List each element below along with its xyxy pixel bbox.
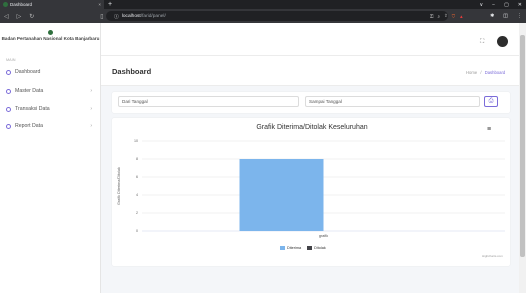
- sidebar-item-report-data[interactable]: Report Data ›: [6, 121, 96, 131]
- print-button[interactable]: ⎙: [484, 96, 498, 107]
- bookmark-side-icon[interactable]: ▯: [100, 13, 103, 20]
- new-tab-button[interactable]: +: [108, 0, 112, 9]
- chevron-right-icon: ›: [90, 106, 92, 112]
- to-date-input[interactable]: Sampai Tanggal: [305, 96, 480, 107]
- top-navbar: [101, 23, 519, 56]
- database-icon: [6, 88, 11, 94]
- legend-swatch: [280, 246, 285, 250]
- zoom-icon[interactable]: ⌕: [437, 14, 440, 19]
- nav-section-label: MAIN: [6, 58, 16, 62]
- tab-close-icon[interactable]: ×: [98, 2, 101, 7]
- tab-title: Dashboard: [10, 2, 33, 7]
- forward-icon[interactable]: ▷: [17, 13, 22, 20]
- breadcrumb-separator: /: [480, 70, 482, 75]
- omnibox-icons: ⚿ ⌕ ⇪ ⛉ ▲: [430, 11, 464, 21]
- sidebar-item-label: Report Data: [15, 123, 43, 129]
- brave-shield-icon[interactable]: ⛉: [452, 14, 455, 19]
- legend-label: Diterima: [287, 246, 302, 250]
- chevron-right-icon: ›: [90, 123, 92, 129]
- rewards-icon[interactable]: ▲: [459, 14, 463, 19]
- printer-icon: ⎙: [488, 98, 494, 104]
- legend-swatch: [307, 246, 313, 250]
- key-icon[interactable]: ⚿: [430, 14, 433, 19]
- window-controls: ∨ − ▢ ✕: [479, 0, 522, 9]
- dashboard-icon: [6, 69, 11, 75]
- org-logo: Badan Pertanahan Nasional Kota Banjarbar…: [0, 30, 101, 42]
- scrollbar-thumb[interactable]: [520, 35, 525, 257]
- sidebar-item-transaksi-data[interactable]: Transaksi Data ›: [6, 104, 96, 114]
- legend-label: Ditolak: [314, 246, 326, 250]
- tab-search-icon[interactable]: ∨: [479, 2, 483, 8]
- site-favicon-icon: [3, 2, 8, 7]
- transaction-icon: [6, 106, 11, 112]
- page-title: Dashboard: [112, 67, 152, 76]
- sidebar-item-label: Master Data: [15, 88, 44, 94]
- org-name: Badan Pertanahan Nasional Kota Banjarbar…: [1, 36, 100, 41]
- url-path: /farid/panel/: [140, 13, 166, 19]
- site-info-icon[interactable]: ⓘ: [114, 13, 119, 20]
- back-icon[interactable]: ◁: [4, 13, 9, 20]
- nav-buttons: ◁ ▷ ↻ ▯: [4, 9, 104, 23]
- logo-icon: [48, 30, 53, 35]
- chevron-right-icon: ›: [90, 88, 92, 94]
- browser-tab[interactable]: Dashboard ×: [0, 0, 104, 9]
- legend-item-diterima[interactable]: Diterima: [280, 246, 301, 250]
- sidebar: [0, 23, 101, 293]
- browser-extension-icons: ✱ ◫ ⋮: [490, 9, 522, 23]
- sidebar-item-dashboard[interactable]: Dashboard: [6, 67, 96, 77]
- sidebar-item-label: Transaksi Data: [15, 106, 50, 112]
- sidebar-panel-icon[interactable]: ◫: [503, 13, 508, 19]
- report-icon: [6, 123, 11, 129]
- sidebar-item-master-data[interactable]: Master Data ›: [6, 86, 96, 96]
- sidebar-item-label: Dashboard: [15, 69, 41, 75]
- breadcrumb-current: Dashboard: [484, 70, 506, 75]
- chart-menu-icon[interactable]: ≡: [487, 126, 491, 133]
- share-icon[interactable]: ⇪: [444, 13, 448, 19]
- breadcrumb-home[interactable]: Home: [466, 70, 477, 75]
- maximize-icon[interactable]: ▢: [504, 2, 509, 8]
- minimize-icon[interactable]: −: [492, 2, 495, 8]
- page-header: [101, 56, 519, 86]
- url-host: localhost: [121, 13, 141, 19]
- avatar[interactable]: [497, 36, 508, 47]
- fullscreen-icon[interactable]: ⛶: [480, 39, 484, 46]
- legend-item-ditolak[interactable]: Ditolak: [307, 246, 326, 250]
- chart-legend: Diterima Ditolak: [280, 246, 326, 250]
- chart-credit[interactable]: Highcharts.com: [482, 254, 503, 258]
- extensions-icon[interactable]: ✱: [490, 13, 494, 19]
- close-window-icon[interactable]: ✕: [518, 2, 522, 8]
- chart-title: Grafik Diterima/Ditolak Keseluruhan: [256, 124, 368, 131]
- breadcrumb: Home / Dashboard: [466, 70, 505, 75]
- chart-card: [112, 118, 510, 266]
- reload-icon[interactable]: ↻: [29, 13, 34, 20]
- menu-icon[interactable]: ⋮: [517, 13, 522, 19]
- from-date-input[interactable]: Dari Tanggal: [118, 96, 299, 107]
- address-bar[interactable]: ⓘ localhost/farid/panel/: [106, 11, 448, 21]
